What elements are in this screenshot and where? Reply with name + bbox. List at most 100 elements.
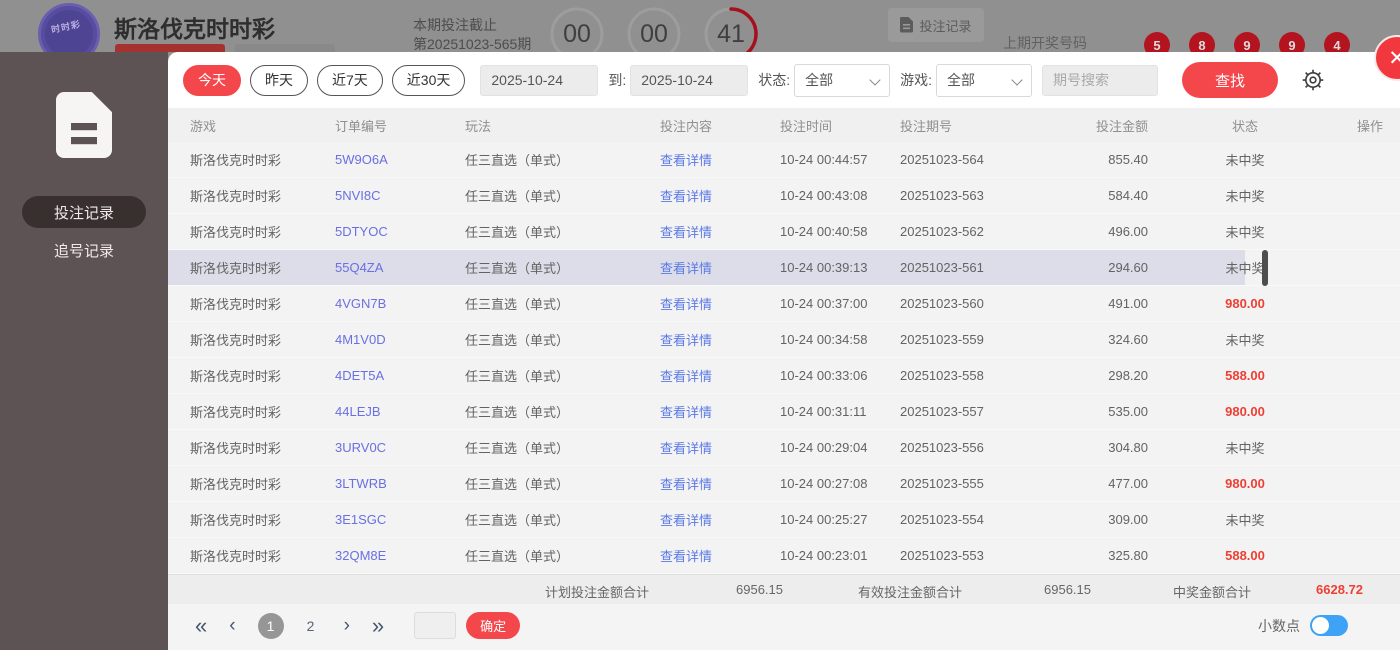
cell-amount: 304.80	[1040, 440, 1150, 455]
column-header: 投注期号	[900, 116, 1040, 135]
table-row[interactable]: 斯洛伐克时时彩 5W9O6A 任三直选（单式） 查看详情 10-24 00:44…	[168, 142, 1400, 178]
cell-order-id[interactable]: 5DTYOC	[335, 224, 465, 239]
table-row[interactable]: 斯洛伐克时时彩 3LTWRB 任三直选（单式） 查看详情 10-24 00:27…	[168, 466, 1400, 502]
cell-play-type: 任三直选（单式）	[465, 510, 660, 529]
cell-order-id[interactable]: 32QM8E	[335, 548, 465, 563]
draw-number-ball: 4	[1324, 32, 1350, 52]
cell-game: 斯洛伐克时时彩	[190, 222, 335, 241]
header-gray-button[interactable]	[235, 44, 335, 52]
view-detail-link[interactable]: 查看详情	[660, 366, 780, 385]
sidebar: 投注记录 追号记录	[0, 52, 168, 650]
table-row[interactable]: 斯洛伐克时时彩 3E1SGC 任三直选（单式） 查看详情 10-24 00:25…	[168, 502, 1400, 538]
view-detail-link[interactable]: 查看详情	[660, 546, 780, 565]
cell-order-id[interactable]: 3URV0C	[335, 440, 465, 455]
document-icon	[900, 17, 913, 33]
header-red-button[interactable]	[115, 44, 225, 52]
table-row[interactable]: 斯洛伐克时时彩 5DTYOC 任三直选（单式） 查看详情 10-24 00:40…	[168, 214, 1400, 250]
sidebar-item-bet-records[interactable]: 投注记录	[22, 196, 146, 228]
last-page-button[interactable]: »	[372, 615, 384, 637]
goto-page-input[interactable]	[414, 612, 456, 639]
prev-page-button[interactable]: ‹	[229, 616, 235, 635]
table-row[interactable]: 斯洛伐克时时彩 55Q4ZA 任三直选（单式） 查看详情 10-24 00:39…	[168, 250, 1400, 286]
sidebar-item-chase-records[interactable]: 追号记录	[22, 234, 146, 266]
view-detail-link[interactable]: 查看详情	[660, 330, 780, 349]
cell-play-type: 任三直选（单式）	[465, 546, 660, 565]
period-search-input[interactable]	[1042, 65, 1158, 96]
cell-order-id[interactable]: 4DET5A	[335, 368, 465, 383]
cell-bet-time: 10-24 00:39:13	[780, 260, 900, 275]
cell-order-id[interactable]: 5NVI8C	[335, 188, 465, 203]
table-header: 游戏订单编号玩法投注内容投注时间投注期号投注金额状态操作	[168, 108, 1400, 142]
table-row[interactable]: 斯洛伐克时时彩 32QM8E 任三直选（单式） 查看详情 10-24 00:23…	[168, 538, 1400, 574]
view-detail-link[interactable]: 查看详情	[660, 222, 780, 241]
cell-order-id[interactable]: 4M1V0D	[335, 332, 465, 347]
view-detail-link[interactable]: 查看详情	[660, 258, 780, 277]
cell-order-id[interactable]: 3LTWRB	[335, 476, 465, 491]
page-numbers: 12	[258, 613, 338, 639]
table-row[interactable]: 斯洛伐克时时彩 4M1V0D 任三直选（单式） 查看详情 10-24 00:34…	[168, 322, 1400, 358]
cell-status: 980.00	[1150, 296, 1340, 311]
range-button-近30天[interactable]: 近30天	[392, 65, 466, 96]
game-select[interactable]: 全部	[936, 64, 1032, 97]
cell-order-id[interactable]: 5W9O6A	[335, 152, 465, 167]
cell-period: 20251023-555	[900, 476, 1040, 491]
cell-amount: 325.80	[1040, 548, 1150, 563]
cell-game: 斯洛伐克时时彩	[190, 150, 335, 169]
date-to-input[interactable]	[630, 65, 748, 96]
cell-period: 20251023-557	[900, 404, 1040, 419]
decimal-toggle[interactable]	[1310, 615, 1348, 636]
view-detail-link[interactable]: 查看详情	[660, 294, 780, 313]
status-select[interactable]: 全部	[794, 64, 890, 97]
cell-bet-time: 10-24 00:25:27	[780, 512, 900, 527]
next-page-button[interactable]: ›	[344, 616, 350, 635]
view-detail-link[interactable]: 查看详情	[660, 186, 780, 205]
range-button-昨天[interactable]: 昨天	[250, 65, 308, 96]
cell-period: 20251023-563	[900, 188, 1040, 203]
cell-status: 未中奖	[1150, 150, 1340, 169]
bet-records-button[interactable]: 投注记录	[888, 8, 984, 42]
cell-game: 斯洛伐克时时彩	[190, 474, 335, 493]
page-number-2[interactable]: 2	[298, 613, 324, 639]
cell-play-type: 任三直选（单式）	[465, 294, 660, 313]
draw-number-ball: 9	[1234, 32, 1260, 52]
pagination-bar: « ‹ 12 › » 确定 小数点	[168, 604, 1400, 647]
last-draw-label: 上期开奖号码	[1003, 33, 1087, 52]
cell-play-type: 任三直选（单式）	[465, 186, 660, 205]
filter-bar: 今天昨天近7天近30天 到: 状态: 全部 游戏: 全部 查找	[168, 52, 1400, 108]
game-select-value: 全部	[947, 70, 975, 90]
countdown-minutes: 00	[626, 6, 682, 52]
view-detail-link[interactable]: 查看详情	[660, 474, 780, 493]
cell-order-id[interactable]: 55Q4ZA	[335, 260, 465, 275]
cell-play-type: 任三直选（单式）	[465, 330, 660, 349]
range-button-近7天[interactable]: 近7天	[317, 65, 383, 96]
cell-order-id[interactable]: 3E1SGC	[335, 512, 465, 527]
table-row[interactable]: 斯洛伐克时时彩 4DET5A 任三直选（单式） 查看详情 10-24 00:33…	[168, 358, 1400, 394]
cell-play-type: 任三直选（单式）	[465, 438, 660, 457]
gear-icon[interactable]	[1300, 67, 1326, 93]
view-detail-link[interactable]: 查看详情	[660, 150, 780, 169]
cell-period: 20251023-559	[900, 332, 1040, 347]
view-detail-link[interactable]: 查看详情	[660, 438, 780, 457]
scrollbar-thumb[interactable]	[1262, 250, 1268, 286]
view-detail-link[interactable]: 查看详情	[660, 510, 780, 529]
cell-status: 未中奖	[1150, 186, 1340, 205]
first-page-button[interactable]: «	[195, 615, 207, 637]
cell-order-id[interactable]: 4VGN7B	[335, 296, 465, 311]
cell-amount: 298.20	[1040, 368, 1150, 383]
win-total-label: 中奖金额合计	[1173, 582, 1251, 601]
range-button-今天[interactable]: 今天	[183, 65, 241, 96]
column-header: 游戏	[190, 116, 335, 135]
date-from-input[interactable]	[480, 65, 598, 96]
cell-play-type: 任三直选（单式）	[465, 474, 660, 493]
table-row[interactable]: 斯洛伐克时时彩 5NVI8C 任三直选（单式） 查看详情 10-24 00:43…	[168, 178, 1400, 214]
column-header: 玩法	[465, 116, 660, 135]
search-button[interactable]: 查找	[1182, 62, 1278, 98]
table-row[interactable]: 斯洛伐克时时彩 44LEJB 任三直选（单式） 查看详情 10-24 00:31…	[168, 394, 1400, 430]
cell-order-id[interactable]: 44LEJB	[335, 404, 465, 419]
view-detail-link[interactable]: 查看详情	[660, 402, 780, 421]
page-number-1[interactable]: 1	[258, 613, 284, 639]
table-row[interactable]: 斯洛伐克时时彩 4VGN7B 任三直选（单式） 查看详情 10-24 00:37…	[168, 286, 1400, 322]
goto-confirm-button[interactable]: 确定	[466, 612, 520, 639]
table-row[interactable]: 斯洛伐克时时彩 3URV0C 任三直选（单式） 查看详情 10-24 00:29…	[168, 430, 1400, 466]
cell-amount: 477.00	[1040, 476, 1150, 491]
